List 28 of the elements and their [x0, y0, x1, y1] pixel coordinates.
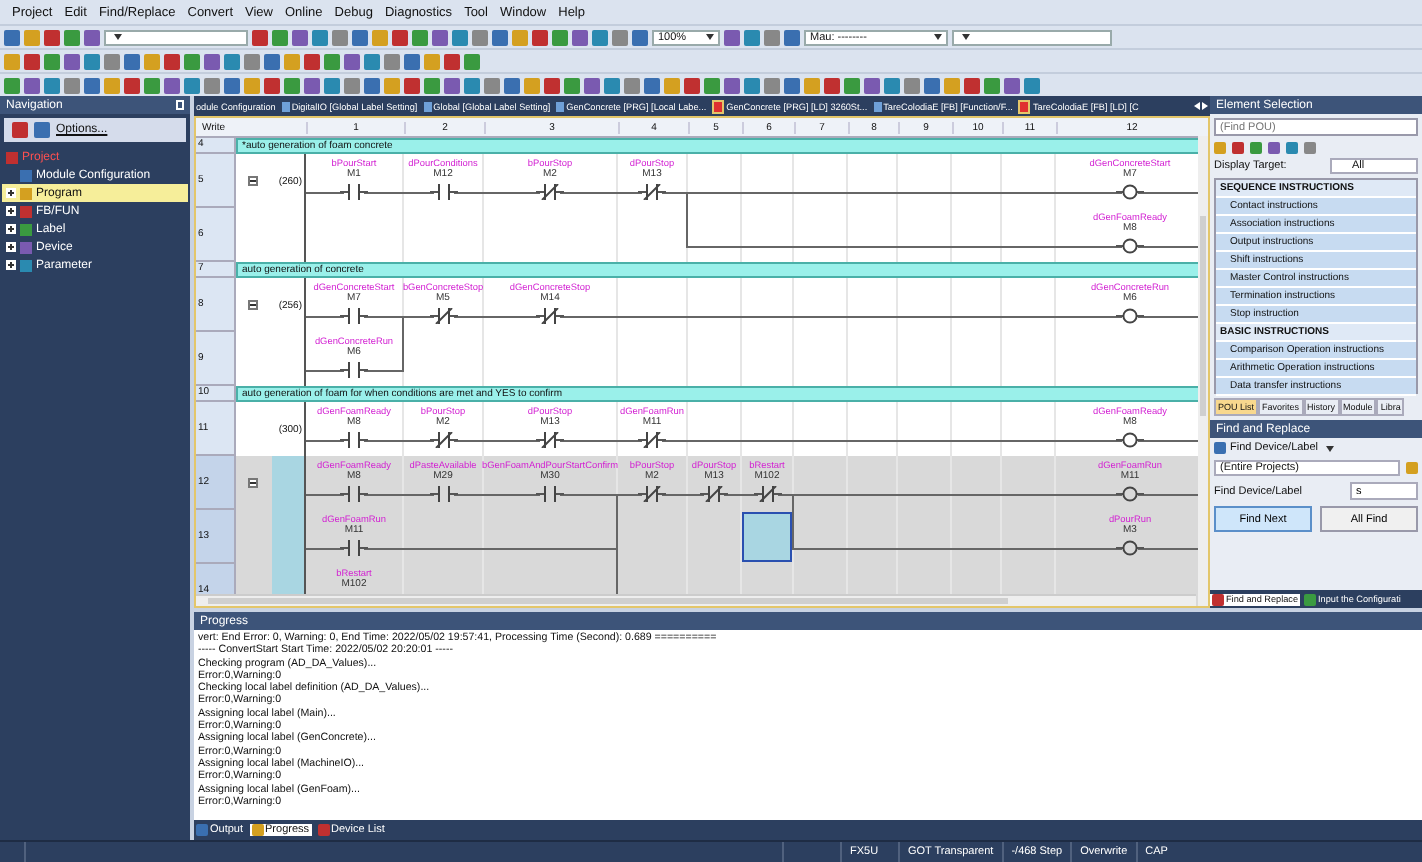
- label-file-icon: [281, 101, 290, 111]
- vertical-scrollbar[interactable]: [1198, 136, 1208, 606]
- cursor-box[interactable]: [742, 512, 792, 562]
- coil-symbol[interactable]: [1116, 485, 1144, 501]
- expand-icon[interactable]: [6, 188, 16, 198]
- expand-icon[interactable]: [6, 224, 16, 234]
- toolbar-combo[interactable]: [952, 29, 1112, 45]
- branch-line: [792, 494, 794, 550]
- coil-symbol[interactable]: [1116, 307, 1144, 323]
- step-cell: [272, 456, 306, 510]
- label-file-icon: [556, 101, 565, 111]
- branch-line: [686, 192, 688, 248]
- collapse-icon[interactable]: [248, 478, 258, 488]
- collapse-icon[interactable]: [248, 176, 258, 186]
- coil-symbol[interactable]: [1116, 237, 1144, 253]
- label-file-icon: [873, 101, 882, 111]
- horizontal-scrollbar[interactable]: [196, 594, 1196, 606]
- coil-symbol[interactable]: [1116, 183, 1144, 199]
- toolbar-combo[interactable]: [104, 29, 248, 45]
- branch-line: [402, 316, 404, 372]
- collapse-icon[interactable]: [248, 300, 258, 310]
- label-file-icon: [423, 101, 432, 111]
- pin-icon[interactable]: [176, 100, 184, 110]
- expand-icon[interactable]: [6, 206, 16, 216]
- expand-icon[interactable]: [6, 260, 16, 270]
- expand-icon[interactable]: [6, 242, 16, 252]
- coil-symbol[interactable]: [1116, 539, 1144, 555]
- coil-symbol[interactable]: [1116, 431, 1144, 447]
